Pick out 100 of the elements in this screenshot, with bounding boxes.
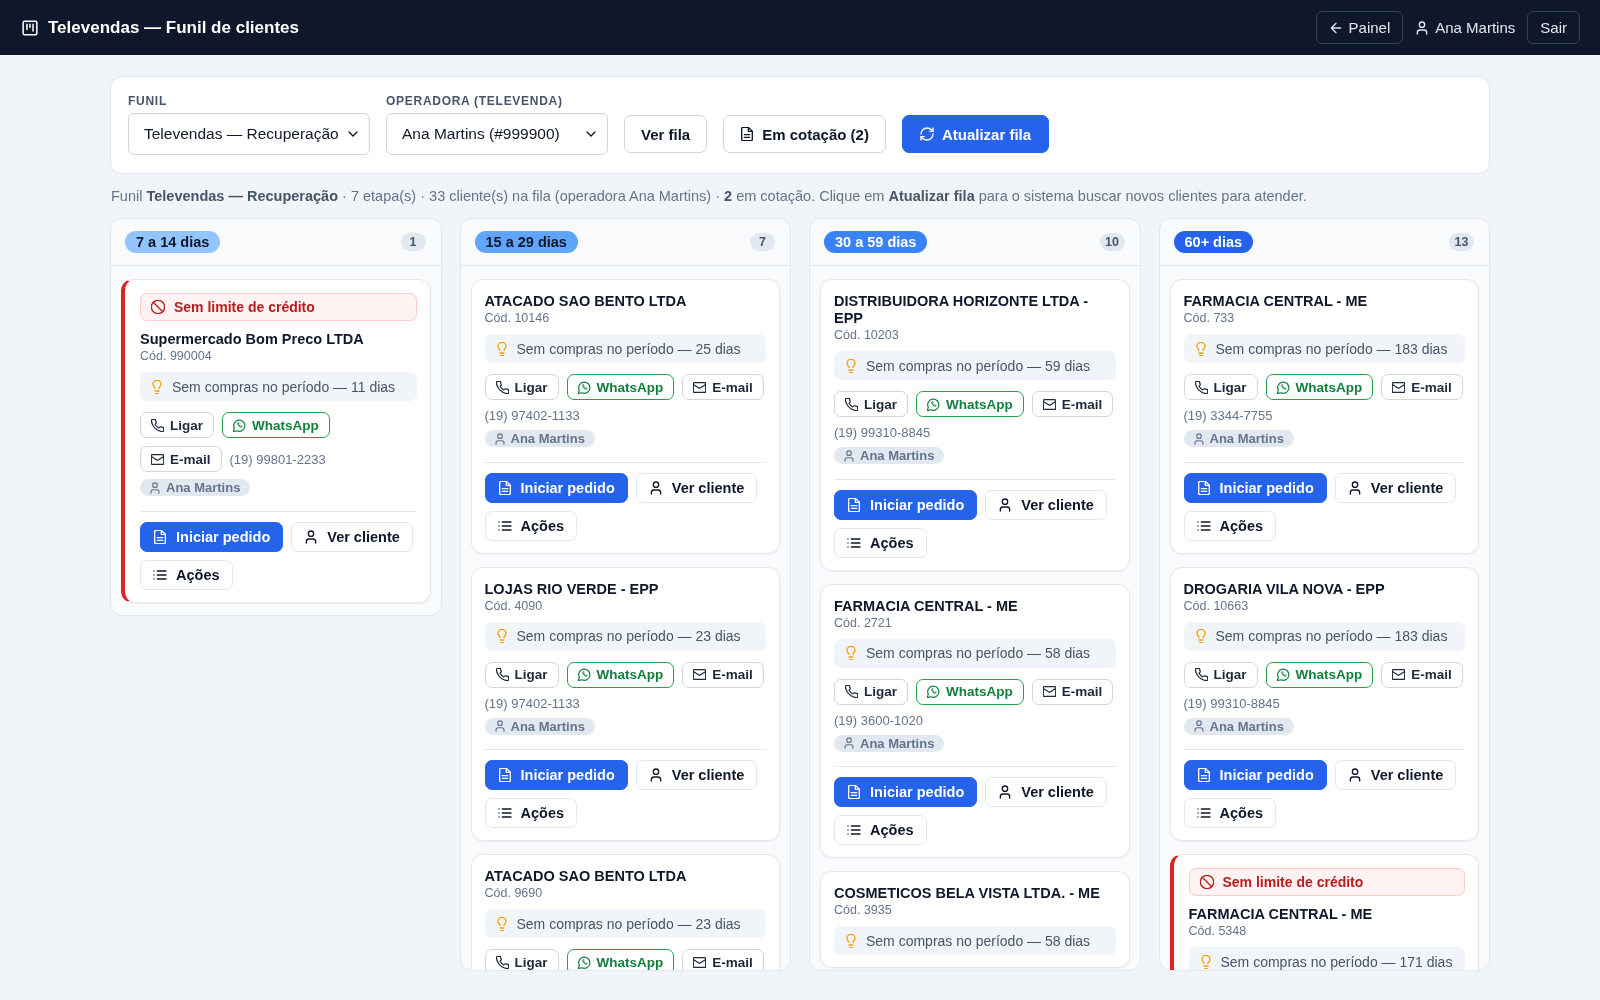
chat-bubble-icon [577, 380, 591, 394]
user-icon [1415, 20, 1430, 35]
view-client-button[interactable]: Ver cliente [1334, 760, 1457, 790]
phone-icon [845, 397, 858, 411]
note-text: Sem compras no período — 23 dias [516, 915, 741, 932]
view-client-button[interactable]: Ver cliente [291, 521, 413, 552]
refresh-icon [919, 127, 934, 141]
view-client-button[interactable]: Ver cliente [985, 777, 1107, 807]
whatsapp-button[interactable]: WhatsApp [222, 412, 330, 438]
start-order-button[interactable]: Iniciar pedido [484, 760, 628, 790]
user-icon [648, 768, 663, 782]
start-order-button[interactable]: Iniciar pedido [1183, 472, 1327, 503]
quotes-button[interactable]: Em cotação (2) [723, 115, 886, 153]
lightbulb-icon [844, 358, 858, 373]
whatsapp-button[interactable]: WhatsApp [1265, 374, 1374, 400]
call-button[interactable]: Ligar [1183, 374, 1258, 400]
list-icon [497, 806, 512, 820]
email-button[interactable]: E-mail [1381, 661, 1463, 688]
client-code: Cód. 10663 [1183, 597, 1250, 614]
actions-button[interactable]: Ações [1183, 798, 1277, 828]
note-text: Sem compras no período — 58 dias [866, 932, 1091, 949]
start-order-button[interactable]: Iniciar pedido [1183, 760, 1327, 790]
whatsapp-button[interactable]: WhatsApp [566, 661, 675, 688]
call-button[interactable]: Ligar [484, 374, 559, 400]
email-button[interactable]: E-mail [1381, 374, 1463, 400]
user-icon [149, 481, 161, 494]
view-client-button[interactable]: Ver cliente [985, 489, 1107, 520]
actions-button[interactable]: Ações [1183, 510, 1277, 541]
email-button[interactable]: E-mail [682, 374, 764, 400]
email-button[interactable]: E-mail [1031, 678, 1114, 705]
client-code: Cód. 9690 [484, 885, 544, 901]
phone-icon [845, 685, 858, 698]
mail-icon [151, 452, 164, 466]
call-button[interactable]: Ligar [1183, 661, 1258, 688]
actions-button[interactable]: Ações [484, 798, 578, 828]
whatsapp-button[interactable]: WhatsApp [566, 374, 675, 400]
whatsapp-button[interactable]: WhatsApp [916, 678, 1024, 705]
email-button[interactable]: E-mail [682, 661, 764, 688]
user-icon [1347, 768, 1362, 782]
app-title: Televendas — Funil de clientes [48, 17, 299, 38]
phone-number: (19) 99801-2233 [229, 451, 326, 467]
call-button[interactable]: Ligar [484, 949, 559, 970]
call-button[interactable]: Ligar [834, 391, 908, 417]
note-text: Sem compras no período — 183 dias [1215, 340, 1448, 357]
actions-button[interactable]: Ações [484, 510, 578, 541]
client-name: FARMACIA CENTRAL - ME [1183, 293, 1369, 310]
owner-name: Ana Martins [860, 448, 935, 463]
view-client-button[interactable]: Ver cliente [635, 472, 758, 503]
note-text: Sem compras no período — 11 dias [172, 378, 396, 395]
actions-button[interactable]: Ações [834, 527, 927, 558]
ban-icon [151, 300, 165, 314]
document-icon [497, 480, 512, 495]
chat-bubble-icon [577, 955, 591, 969]
back-button[interactable]: Painel [1315, 11, 1404, 44]
start-order-button[interactable]: Iniciar pedido [834, 777, 978, 807]
call-button[interactable]: Ligar [834, 678, 908, 705]
note-text: Sem compras no período — 183 dias [1215, 628, 1448, 644]
document-icon [497, 768, 512, 782]
view-client-button[interactable]: Ver cliente [635, 760, 758, 790]
dropdown-field[interactable]: Televendas — Recuperação [128, 113, 370, 155]
owner-name: Ana Martins [860, 735, 935, 751]
view-client-button[interactable]: Ver cliente [1334, 472, 1457, 503]
email-button[interactable]: E-mail [1031, 391, 1114, 417]
user-icon [493, 432, 506, 445]
call-button[interactable]: Ligar [484, 661, 559, 688]
whatsapp-button[interactable]: WhatsApp [566, 949, 675, 970]
call-button[interactable]: Ligar [140, 412, 214, 438]
actions-button[interactable]: Ações [140, 559, 233, 590]
logout-button[interactable]: Sair [1527, 11, 1580, 44]
start-order-button[interactable]: Iniciar pedido [484, 472, 628, 503]
count-badge: 1 [400, 233, 426, 251]
arrow-left-icon [1328, 20, 1343, 35]
client-code: Cód. 3935 [834, 902, 893, 918]
email-button[interactable]: E-mail [682, 949, 764, 970]
client-name: FARMACIA CENTRAL - ME [834, 597, 1019, 615]
email-button[interactable]: E-mail [140, 446, 222, 472]
client-code: Cód. 10146 [484, 310, 551, 326]
chat-bubble-icon [927, 685, 940, 698]
mail-icon [693, 955, 707, 969]
lightbulb-icon [150, 379, 164, 394]
start-order-button[interactable]: Iniciar pedido [834, 489, 978, 520]
user-icon [648, 480, 663, 495]
count-badge: 13 [1449, 233, 1474, 251]
actions-button[interactable]: Ações [834, 815, 927, 845]
note-text: Sem compras no período — 23 dias [516, 628, 741, 644]
dropdown-field[interactable]: Ana Martins (#999900) [386, 113, 608, 155]
stage-badge: 60+ dias [1173, 231, 1254, 253]
field-label: OPERADORA (TELEVENDA) [386, 94, 564, 108]
phone-number: (19) 99310-8845 [834, 425, 931, 440]
phone-icon [1194, 380, 1208, 394]
whatsapp-button[interactable]: WhatsApp [916, 391, 1024, 417]
whatsapp-button[interactable]: WhatsApp [1265, 661, 1374, 688]
start-order-button[interactable]: Iniciar pedido [140, 521, 284, 552]
stage-badge: 15 a 29 dias [474, 231, 578, 253]
queue-summary: Funil Televendas — Recuperação · 7 etapa(s) · 33 cliente(s) na fila (operadora Ana Martins) · 2 em cotação. Clique em Atualizar fila para o sistema buscar novos clientes para atender. [111, 187, 1308, 205]
view-queue-button[interactable]: Ver fila [624, 115, 708, 153]
note-text: Sem compras no período — 59 dias [866, 357, 1091, 374]
refresh-queue-button[interactable]: Atualizar fila [901, 115, 1050, 153]
client-name: DISTRIBUIDORA HORIZONTE LTDA - EPP [834, 293, 1089, 327]
user-icon [493, 720, 506, 732]
